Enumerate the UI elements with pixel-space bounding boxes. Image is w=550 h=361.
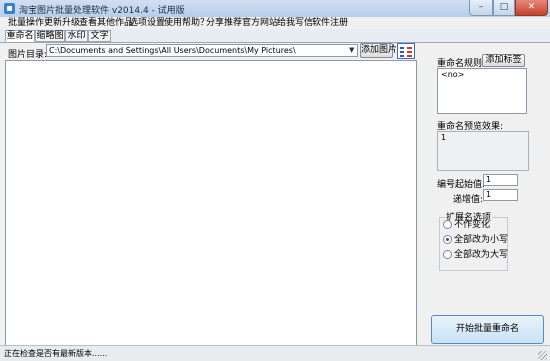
tab-row: 重命名 缩略图 水印 文字 [0, 29, 550, 42]
title-bar: 淘宝图片批量处理软件 v2014.4 - 试用版 – □ ✕ [0, 0, 550, 18]
tab-rename[interactable]: 重命名 [5, 30, 35, 42]
tab-watermark[interactable]: 水印 [65, 30, 88, 42]
increment-input[interactable]: 1 [483, 189, 518, 201]
radio-icon [443, 220, 452, 229]
add-image-button[interactable]: 添加图片 [360, 43, 397, 58]
resize-grip-icon[interactable] [538, 351, 547, 360]
radio-uppercase[interactable]: 全部改为大写 [443, 250, 508, 260]
radio-icon [443, 250, 452, 259]
start-number-label: 编号起始值: [437, 180, 486, 190]
increment-label: 递增值: [453, 195, 484, 205]
start-batch-rename-button[interactable]: 开始批量重命名 [431, 315, 544, 344]
maximize-button[interactable]: □ [493, 0, 515, 16]
rename-preview-box: 1 [437, 131, 529, 171]
status-text: 正在检查是否有最新版本...... [4, 349, 108, 358]
radio-label: 全部改为大写 [454, 250, 509, 260]
radio-lowercase[interactable]: 全部改为小写 [443, 235, 508, 245]
chevron-down-icon[interactable]: ▼ [349, 46, 354, 54]
view-toggle-icon[interactable] [397, 43, 415, 59]
add-tag-button[interactable]: 添加标签 [482, 54, 525, 67]
start-number-input[interactable]: 1 [483, 174, 518, 186]
radio-label: 不作变化 [454, 220, 491, 230]
tab-thumbnail[interactable]: 缩略图 [35, 30, 65, 42]
menu-register[interactable]: 软件注册 [309, 17, 351, 29]
minimize-button[interactable]: – [469, 0, 493, 16]
tab-text[interactable]: 文字 [88, 30, 111, 42]
directory-combobox[interactable]: C:\Documents and Settings\All Users\Docu… [46, 44, 358, 57]
radio-no-change[interactable]: 不作变化 [443, 220, 490, 230]
rename-panel: 图片目录: C:\Documents and Settings\All User… [0, 42, 550, 346]
rename-rule-textarea[interactable]: <no> [437, 68, 527, 114]
close-button[interactable]: ✕ [515, 0, 548, 16]
directory-label: 图片目录: [8, 50, 48, 60]
menu-bar: 批量操作 更新升级 查看其他作品 选项设置 使用帮助？ 分享推荐 官方网站 给我… [0, 17, 550, 29]
window-title: 淘宝图片批量处理软件 v2014.4 - 试用版 [19, 6, 185, 16]
radio-selected-icon [443, 235, 452, 244]
image-file-list[interactable] [5, 60, 417, 346]
app-icon [4, 3, 15, 14]
status-bar: 正在检查是否有最新版本...... [0, 345, 550, 361]
radio-label: 全部改为小写 [454, 235, 509, 245]
